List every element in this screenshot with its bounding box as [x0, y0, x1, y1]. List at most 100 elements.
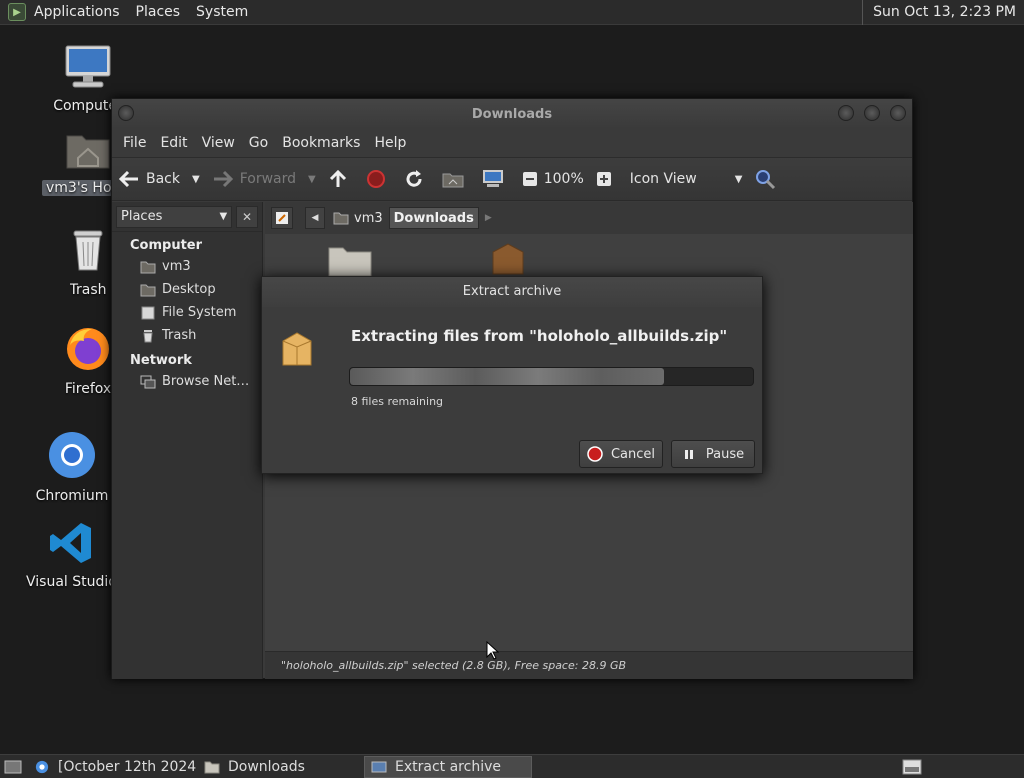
chevron-right-icon: ▶: [484, 213, 492, 223]
desktop-icon-label: Trash: [69, 282, 107, 298]
taskbar: [October 12th 2024 ... Downloads Extract…: [0, 754, 1024, 778]
extract-archive-dialog: Extract archive Extracting files from "h…: [261, 276, 763, 474]
computer-icon: [482, 170, 503, 187]
window-title: Downloads: [471, 106, 553, 122]
breadcrumb-label: Downloads: [393, 210, 474, 226]
zoom-in-icon: [596, 172, 611, 186]
sidebar-mode-select[interactable]: Places ▼: [116, 205, 233, 228]
cancel-button[interactable]: Cancel: [579, 440, 663, 468]
chromium-icon: [35, 760, 49, 773]
sidebar-item-label: Browse Net…: [162, 374, 250, 389]
back-arrow-icon: [118, 170, 138, 188]
window-menu-icon[interactable]: [118, 105, 134, 121]
firefox-icon: [67, 328, 109, 370]
zoom-level: 100%: [543, 171, 584, 187]
archive-manager-icon: [371, 761, 387, 772]
archive-box-icon: [282, 332, 312, 366]
desktop-icon-label: Visual Studio Code: [26, 574, 118, 590]
window-titlebar[interactable]: Downloads: [112, 99, 912, 129]
view-mode-select[interactable]: Icon View ▼: [630, 171, 743, 187]
computer-button[interactable]: [482, 169, 510, 189]
minimize-icon[interactable]: [838, 105, 854, 121]
toggle-location-button[interactable]: [271, 207, 293, 229]
reload-icon: [406, 170, 422, 187]
taskbar-task-downloads[interactable]: Downloads: [198, 756, 362, 778]
search-icon: [756, 170, 776, 190]
sidebar-header: Places ▼ ✕: [112, 202, 262, 232]
taskbar-task-browser[interactable]: [October 12th 2024 ...: [28, 756, 196, 778]
drive-icon: [141, 306, 155, 319]
path-scroll-left-button[interactable]: ◀: [305, 207, 325, 229]
distro-logo-icon[interactable]: ▶: [8, 3, 26, 21]
places-menu[interactable]: Places: [128, 4, 189, 20]
pause-icon: [684, 450, 693, 459]
close-icon[interactable]: [890, 105, 906, 121]
sidebar-item-trash[interactable]: Trash: [112, 324, 262, 347]
sidebar-item-file-system[interactable]: File System: [112, 301, 262, 324]
menu-file[interactable]: File: [116, 135, 153, 151]
desktop-folder-icon: [140, 284, 156, 296]
show-desktop-icon: [4, 760, 22, 773]
sidebar-close-button[interactable]: ✕: [236, 205, 258, 228]
status-bar: "holoholo_allbuilds.zip" selected (2.8 G…: [265, 651, 913, 679]
sidebar-item-desktop[interactable]: Desktop: [112, 278, 262, 301]
trash-icon: [73, 230, 103, 271]
workspace-icon: [902, 759, 922, 774]
up-button[interactable]: [328, 169, 354, 189]
menu-help[interactable]: Help: [367, 135, 413, 151]
sidebar-item-label: File System: [162, 305, 237, 320]
search-button[interactable]: [754, 168, 782, 190]
breadcrumb-label: vm3: [354, 210, 383, 226]
dialog-title[interactable]: Extract archive: [262, 277, 762, 307]
menu-go[interactable]: Go: [242, 135, 275, 151]
path-scroll-right-button[interactable]: ▶: [481, 207, 496, 229]
sidebar-item-browse-network[interactable]: Browse Net…: [112, 370, 262, 393]
pause-button[interactable]: Pause: [671, 440, 755, 468]
home-folder-icon: [333, 212, 349, 225]
home-button[interactable]: [442, 170, 470, 188]
archive-file-icon[interactable]: [489, 242, 527, 276]
desktop-icon-chromium[interactable]: Chromium: [26, 430, 118, 508]
back-label: Back: [146, 171, 180, 187]
sidebar-section-network: Network: [130, 353, 192, 368]
applications-menu[interactable]: Applications: [26, 4, 128, 20]
maximize-icon[interactable]: [864, 105, 880, 121]
workspace-switcher[interactable]: [898, 756, 926, 778]
sidebar-item-vm3[interactable]: vm3: [112, 255, 262, 278]
show-desktop-button[interactable]: [0, 756, 26, 778]
stop-button[interactable]: [366, 169, 392, 189]
chevron-down-icon: ▼: [734, 173, 743, 185]
forward-label: Forward: [239, 171, 297, 187]
breadcrumb-downloads[interactable]: Downloads: [388, 207, 479, 229]
sidebar: Places ▼ ✕ Computer vm3 Desktop File Sys…: [112, 202, 263, 679]
clock[interactable]: Sun Oct 13, 2:23 PM: [862, 0, 1016, 25]
folder-icon[interactable]: [327, 242, 373, 276]
reload-button[interactable]: [404, 169, 430, 189]
forward-history-chevron-icon[interactable]: ▼: [308, 174, 316, 185]
system-menu[interactable]: System: [188, 4, 256, 20]
vscode-icon: [50, 523, 91, 563]
menu-bookmarks[interactable]: Bookmarks: [275, 135, 367, 151]
pause-label: Pause: [705, 446, 745, 462]
back-button[interactable]: Back ▼: [118, 170, 200, 188]
chromium-icon: [49, 432, 95, 478]
files-remaining-text: 8 files remaining: [351, 395, 444, 408]
mouse-pointer-icon: [486, 641, 500, 660]
zoom-in-button[interactable]: [596, 171, 618, 187]
forward-button[interactable]: Forward ▼: [212, 170, 316, 188]
back-history-chevron-icon[interactable]: ▼: [192, 174, 200, 185]
menu-view[interactable]: View: [195, 135, 242, 151]
taskbar-task-extract-archive[interactable]: Extract archive: [364, 755, 532, 778]
desktop-icon-label: Firefox: [64, 381, 112, 397]
up-arrow-icon: [329, 169, 346, 187]
home-icon: [442, 173, 464, 188]
menu-edit[interactable]: Edit: [153, 135, 194, 151]
folder-icon: [204, 761, 220, 773]
forward-arrow-icon: [213, 170, 233, 188]
zoom-out-button[interactable]: 100%: [522, 171, 584, 187]
desktop-icon-vscode[interactable]: Visual Studio Code: [26, 520, 118, 594]
taskbar-task-label: [October 12th 2024 ...: [58, 758, 196, 775]
breadcrumb-vm3[interactable]: vm3: [329, 207, 387, 229]
zoom-out-icon: [522, 172, 537, 186]
toolbar: Back ▼ Forward ▼ 100% Icon View ▼: [112, 157, 912, 201]
